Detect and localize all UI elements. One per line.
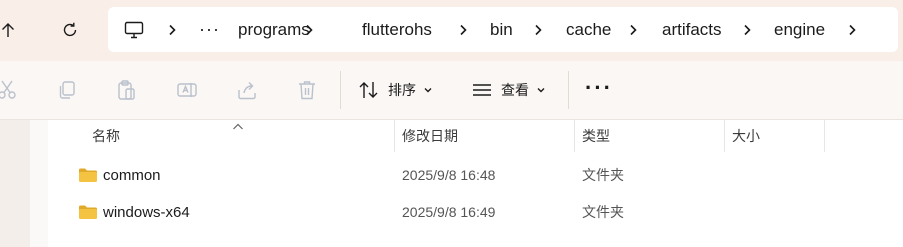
view-label: 查看 xyxy=(501,82,529,98)
address-bar-region: ··· programs flutterohs bin cache artifa… xyxy=(0,0,903,62)
column-divider[interactable] xyxy=(574,120,575,152)
column-header-modified[interactable]: 修改日期 xyxy=(402,120,458,152)
file-name: windows-x64 xyxy=(103,203,190,221)
toolbar-divider xyxy=(340,71,341,109)
column-header-size[interactable]: 大小 xyxy=(732,120,760,152)
refresh-button[interactable] xyxy=(58,18,82,42)
sort-ascending-indicator xyxy=(232,118,244,136)
breadcrumb-flutterohs[interactable]: flutterohs xyxy=(362,7,432,52)
column-header-name[interactable]: 名称 xyxy=(92,120,120,152)
chevron-right-icon xyxy=(535,24,542,35)
paste-button[interactable] xyxy=(116,79,138,101)
share-icon xyxy=(238,82,256,100)
chevron-right-icon xyxy=(849,24,856,35)
chevron-up-icon xyxy=(233,123,243,130)
breadcrumb-separator[interactable] xyxy=(741,7,753,52)
folder-icon xyxy=(78,167,98,183)
rename-button[interactable] xyxy=(176,79,198,101)
column-divider[interactable] xyxy=(394,120,395,152)
sort-menu-button[interactable]: 排序 xyxy=(358,78,432,102)
column-divider[interactable] xyxy=(724,120,725,152)
file-type: 文件夹 xyxy=(582,167,624,183)
breadcrumb-separator[interactable] xyxy=(166,7,178,52)
sort-label: 排序 xyxy=(388,82,416,98)
chevron-right-icon xyxy=(630,24,637,35)
breadcrumb-separator[interactable] xyxy=(457,7,469,52)
copy-icon xyxy=(59,81,75,99)
chevron-down-icon xyxy=(537,88,545,93)
navigation-pane[interactable] xyxy=(0,120,30,247)
delete-icon xyxy=(299,81,315,100)
chevron-right-icon xyxy=(460,24,467,35)
rename-icon xyxy=(177,83,197,97)
chevron-down-icon xyxy=(424,88,432,93)
up-button[interactable] xyxy=(0,18,20,42)
share-button[interactable] xyxy=(236,79,258,101)
breadcrumb-separator[interactable] xyxy=(846,7,858,52)
navigation-pane-scrollbar[interactable] xyxy=(30,120,48,247)
command-bar: 排序 查看 ··· xyxy=(0,61,903,120)
view-menu-button[interactable]: 查看 xyxy=(471,78,545,102)
breadcrumb-programs[interactable]: programs xyxy=(238,7,310,52)
copy-button[interactable] xyxy=(56,79,78,101)
chevron-right-icon xyxy=(744,24,751,35)
up-arrow-icon xyxy=(2,23,14,37)
breadcrumb-cache[interactable]: cache xyxy=(566,7,611,52)
breadcrumb-engine[interactable]: engine xyxy=(774,7,825,52)
view-icon xyxy=(473,84,491,96)
breadcrumb-overflow[interactable]: ··· xyxy=(199,7,220,52)
file-row[interactable]: windows-x64 2025/9/8 16:49 文件夹 xyxy=(60,194,890,230)
breadcrumb-separator[interactable] xyxy=(532,7,544,52)
breadcrumb-bin[interactable]: bin xyxy=(490,7,513,52)
cut-icon xyxy=(0,80,16,99)
file-row[interactable]: common 2025/9/8 16:48 文件夹 xyxy=(60,157,890,193)
column-header-type[interactable]: 类型 xyxy=(582,120,610,152)
more-options-button[interactable]: ··· xyxy=(585,75,613,101)
file-name: common xyxy=(103,166,161,184)
column-divider[interactable] xyxy=(824,120,825,152)
file-modified: 2025/9/8 16:48 xyxy=(402,167,496,183)
refresh-icon xyxy=(63,22,77,37)
breadcrumb-artifacts[interactable]: artifacts xyxy=(662,7,722,52)
file-modified: 2025/9/8 16:49 xyxy=(402,204,496,220)
toolbar-divider xyxy=(568,71,569,109)
cut-button[interactable] xyxy=(0,79,18,101)
sort-icon xyxy=(359,82,378,98)
folder-icon xyxy=(78,204,98,220)
paste-icon xyxy=(118,80,135,100)
chevron-right-icon xyxy=(169,24,176,35)
this-pc-button[interactable] xyxy=(124,7,144,52)
file-type: 文件夹 xyxy=(582,204,624,220)
monitor-icon xyxy=(124,21,144,38)
breadcrumb-separator[interactable] xyxy=(627,7,639,52)
delete-button[interactable] xyxy=(296,79,318,101)
address-bar[interactable]: ··· programs flutterohs bin cache artifa… xyxy=(108,7,898,52)
